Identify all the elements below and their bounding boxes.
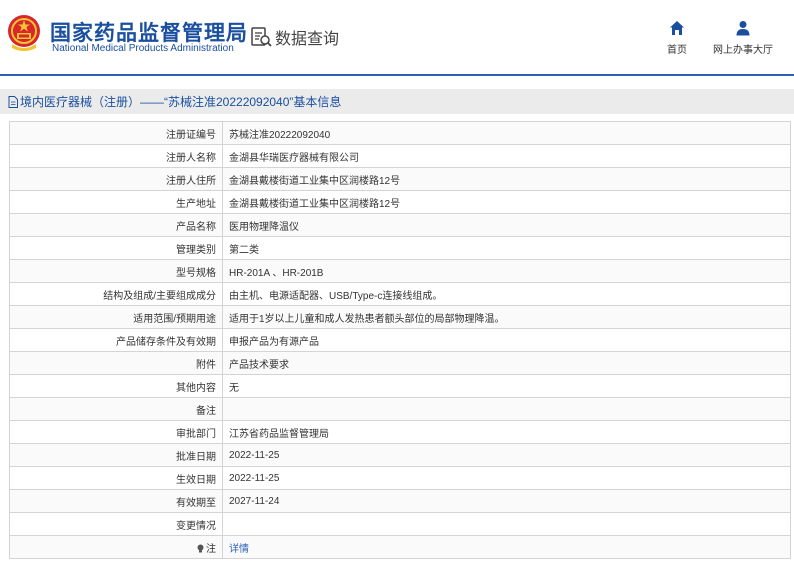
table-row: 产品名称 医用物理降温仪 (9, 213, 791, 237)
row-value: 由主机、电源适配器、USB/Type-c连接线组成。 (222, 282, 791, 306)
nav-online-office-label: 网上办事大厅 (713, 45, 773, 56)
table-row: 生效日期 2022-11-25 (9, 466, 791, 490)
note-value-cell: 详情 (222, 535, 791, 559)
table-row: 变更情况 (9, 512, 791, 536)
row-value: 金湖县华瑞医疗器械有限公司 (222, 144, 791, 168)
nav-home-label: 首页 (667, 45, 687, 56)
row-label: 附件 (9, 351, 223, 375)
row-label: 注册人名称 (9, 144, 223, 168)
table-row: 其他内容无 (9, 374, 791, 398)
table-row: 结构及组成/主要组成成分 由主机、电源适配器、USB/Type-c连接线组成。 (9, 282, 791, 306)
row-label: 产品名称 (9, 213, 223, 237)
row-value: HR-201A 、HR-201B (222, 259, 791, 283)
site-logo-subtitle: National Medical Products Administration (52, 43, 234, 54)
table-row: 管理类别 第二类 (9, 236, 791, 260)
table-row: 备注 (9, 397, 791, 421)
national-emblem-icon (8, 15, 40, 51)
row-value: 产品技术要求 (222, 351, 791, 375)
table-row: 注册人住所 金湖县戴楼街道工业集中区润楼路12号 (9, 167, 791, 191)
row-label: 批准日期 (9, 443, 223, 467)
data-query-label: 数据查询 (275, 31, 340, 48)
row-label: 变更情况 (9, 512, 223, 536)
row-label: 备注 (9, 397, 223, 421)
table-row: 审批部门 江苏省药品监督管理局 (9, 420, 791, 444)
table-row: 有效期至 2027-11-24 (9, 489, 791, 513)
user-icon (736, 21, 750, 36)
info-table: 注册证编号 苏械注准20222092040 注册人名称 金湖县华瑞医疗器械有限公司 … (9, 121, 791, 559)
row-label: 结构及组成/主要组成成分 (9, 282, 223, 306)
detail-link[interactable]: 详情 (229, 544, 249, 555)
row-label: 审批部门 (9, 420, 223, 444)
row-label: 管理类别 (9, 236, 223, 260)
note-label-cell: 注 (9, 535, 223, 559)
row-value: 2027-11-24 (222, 489, 791, 513)
row-value: 第二类 (222, 236, 791, 260)
document-search-icon (251, 27, 272, 47)
data-query-link[interactable]: 数据查询 (250, 25, 339, 49)
table-row: 注册证编号 苏械注准20222092040 (9, 121, 791, 145)
table-row: 型号规格 HR-201A 、HR-201B (9, 259, 791, 283)
page-title-bar: 境内医疗器械（注册）——“苏械注准20222092040”基本信息 (0, 89, 794, 114)
table-row: 附件 产品技术要求 (9, 351, 791, 375)
table-row: 生产地址 金湖县戴楼街道工业集中区润楼路12号 (9, 190, 791, 214)
row-label: 生效日期 (9, 466, 223, 490)
nav-home[interactable]: 首页 (662, 20, 692, 56)
row-value: 苏械注准20222092040 (222, 121, 791, 145)
header-divider (0, 74, 794, 76)
row-label: 型号规格 (9, 259, 223, 283)
note-label: 注 (206, 543, 216, 555)
page-title: 境内医疗器械（注册）——“苏械注准20222092040”基本信息 (20, 95, 342, 109)
table-row-note: 注 详情 (9, 535, 791, 559)
row-value: 无 (222, 374, 791, 398)
row-value: 医用物理降温仪 (222, 213, 791, 237)
row-value: 2022-11-25 (222, 466, 791, 490)
nav-online-office[interactable]: 网上办事大厅 (712, 20, 774, 56)
table-row: 批准日期 2022-11-25 (9, 443, 791, 467)
site-header: 国家药品监督管理局 National Medical Products Admi… (0, 0, 794, 75)
table-row: 注册人名称 金湖县华瑞医疗器械有限公司 (9, 144, 791, 168)
document-icon (8, 95, 18, 108)
row-value: 江苏省药品监督管理局 (222, 420, 791, 444)
row-label: 适用范围/预期用途 (9, 305, 223, 329)
row-label: 有效期至 (9, 489, 223, 513)
row-value: 适用于1岁以上儿童和成人发热患者额头部位的局部物理降温。 (222, 305, 791, 329)
row-value: 2022-11-25 (222, 443, 791, 467)
row-value (222, 512, 791, 536)
row-value: 申报产品为有源产品 (222, 328, 791, 352)
row-label: 注册人住所 (9, 167, 223, 191)
row-label: 生产地址 (9, 190, 223, 214)
table-row: 产品储存条件及有效期 申报产品为有源产品 (9, 328, 791, 352)
row-label: 产品储存条件及有效期 (9, 328, 223, 352)
row-value: 金湖县戴楼街道工业集中区润楼路12号 (222, 190, 791, 214)
row-value (222, 397, 791, 421)
home-icon (670, 21, 684, 35)
table-row: 适用范围/预期用途 适用于1岁以上儿童和成人发热患者额头部位的局部物理降温。 (9, 305, 791, 329)
lightbulb-icon (197, 544, 204, 552)
row-label: 其他内容 (9, 374, 223, 398)
info-table-container: 注册证编号 苏械注准20222092040 注册人名称 金湖县华瑞医疗器械有限公司 … (9, 121, 791, 559)
row-value: 金湖县戴楼街道工业集中区润楼路12号 (222, 167, 791, 191)
row-label: 注册证编号 (9, 121, 223, 145)
